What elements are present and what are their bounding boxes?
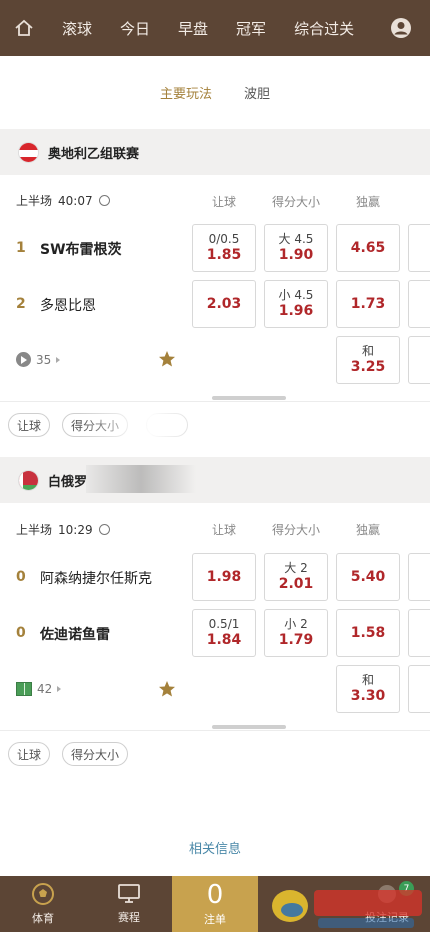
divider (0, 401, 430, 402)
odds-scrollbar[interactable] (212, 396, 286, 400)
nav-bet-slip[interactable]: 0 注单 (172, 876, 258, 932)
live-stats-link[interactable]: 42 (16, 682, 62, 696)
extra-market-cell[interactable] (408, 224, 430, 272)
match-period: 上半场 (16, 194, 53, 208)
clock-icon (98, 195, 110, 206)
match-status: 上半场 40:07 (16, 192, 110, 209)
league-name: 白俄罗 (48, 474, 88, 490)
tab-correct-score[interactable]: 波胆 (244, 83, 270, 102)
away-moneyline-odds[interactable]: 1.73 (336, 280, 400, 328)
watermark-blur (86, 465, 196, 493)
home-score: 1 (16, 240, 26, 256)
notification-badge: 7 (399, 881, 414, 896)
away-handicap-odds[interactable]: 0.5/1 1.84 (192, 609, 256, 657)
away-score: 0 (16, 625, 26, 641)
column-moneyline: 独赢 (355, 195, 380, 209)
nav-bet-record[interactable]: 投注记录 7 (344, 876, 430, 932)
play-icon (16, 352, 31, 367)
extra-market-cell[interactable] (408, 553, 430, 601)
column-totals: 得分大小 (271, 195, 320, 209)
bottom-nav-bar: 体育 赛程 0 注单 投注记录 7 (0, 876, 430, 932)
tab-live[interactable]: 滚球 (62, 18, 92, 39)
bet-type-tabs: 主要玩法 波胆 (0, 56, 430, 128)
tab-parlay[interactable]: 综合过关 (294, 18, 354, 39)
tab-champion[interactable]: 冠军 (236, 18, 266, 39)
column-handicap: 让球 (211, 195, 236, 209)
home-button[interactable] (0, 0, 48, 56)
user-icon (391, 18, 411, 38)
home-icon (15, 19, 33, 36)
watermark-blur (80, 408, 220, 444)
media-count: 35 (36, 352, 52, 367)
extra-market-cell[interactable] (408, 280, 430, 328)
favorite-star-icon[interactable] (158, 350, 176, 368)
extra-market-cell[interactable] (408, 609, 430, 657)
extra-market-cell[interactable] (408, 336, 430, 384)
top-nav-bar: 滚球 今日 早盘 冠军 综合过关 (0, 0, 430, 56)
match-time: 10:29 (58, 522, 93, 537)
away-score: 2 (16, 296, 26, 312)
clock-icon (98, 524, 110, 535)
bet-slip-count: 0 (206, 880, 224, 910)
home-team-name: SW布雷根茨 (40, 242, 122, 258)
home-moneyline-odds[interactable]: 4.65 (336, 224, 400, 272)
tab-early[interactable]: 早盘 (178, 18, 208, 39)
soccer-ball-icon (32, 883, 54, 905)
divider (0, 730, 430, 731)
over-odds[interactable]: 大 4.5 1.90 (264, 224, 328, 272)
away-team-name: 佐迪诺鱼雷 (40, 627, 110, 643)
related-info-link[interactable]: 相关信息 (0, 838, 430, 857)
extra-market-cell[interactable] (408, 665, 430, 713)
home-score: 0 (16, 569, 26, 585)
league-header[interactable]: 奥地利乙组联赛 (0, 129, 430, 175)
league-name: 奥地利乙组联赛 (48, 146, 140, 162)
live-video-link[interactable]: 35 (16, 352, 61, 367)
column-totals: 得分大小 (271, 523, 320, 537)
chip-handicap[interactable]: 让球 (8, 413, 51, 437)
home-handicap-odds[interactable]: 0/0.5 1.85 (192, 224, 256, 272)
tab-main-markets[interactable]: 主要玩法 (160, 83, 212, 102)
nav-extra[interactable] (258, 876, 344, 932)
chevron-right-icon (57, 686, 62, 692)
away-team-name: 多恩比恩 (40, 298, 96, 314)
odds-scrollbar[interactable] (212, 725, 286, 729)
record-icon (378, 885, 396, 903)
over-odds[interactable]: 大 2 2.01 (264, 553, 328, 601)
chip-totals[interactable]: 得分大小 (62, 742, 129, 766)
chevron-right-icon (56, 356, 61, 363)
away-handicap-odds[interactable]: 2.03 (192, 280, 256, 328)
user-account-button[interactable] (390, 17, 412, 43)
draw-odds[interactable]: 和 3.30 (336, 665, 400, 713)
match-status: 上半场 10:29 (16, 521, 110, 538)
nav-schedule[interactable]: 赛程 (86, 876, 172, 932)
pitch-icon (16, 682, 32, 696)
under-odds[interactable]: 小 4.5 1.96 (264, 280, 328, 328)
under-odds[interactable]: 小 2 1.79 (264, 609, 328, 657)
match-period: 上半场 (16, 523, 53, 537)
match-time: 40:07 (58, 193, 93, 208)
away-moneyline-odds[interactable]: 1.58 (336, 609, 400, 657)
home-handicap-odds[interactable]: 1.98 (192, 553, 256, 601)
league-header[interactable]: 白俄罗 (0, 457, 430, 503)
chip-handicap[interactable]: 让球 (8, 742, 51, 766)
austria-flag-icon (18, 141, 39, 163)
home-moneyline-odds[interactable]: 5.40 (336, 553, 400, 601)
media-count: 42 (37, 682, 53, 696)
tab-today[interactable]: 今日 (120, 18, 150, 39)
belarus-flag-icon (18, 469, 39, 491)
nav-sports[interactable]: 体育 (0, 876, 86, 932)
home-team-name: 阿森纳捷尔任斯克 (40, 571, 152, 587)
favorite-star-icon[interactable] (158, 680, 176, 698)
draw-odds[interactable]: 和 3.25 (336, 336, 400, 384)
column-moneyline: 独赢 (355, 523, 380, 537)
monitor-icon (118, 884, 140, 903)
column-handicap: 让球 (211, 523, 236, 537)
